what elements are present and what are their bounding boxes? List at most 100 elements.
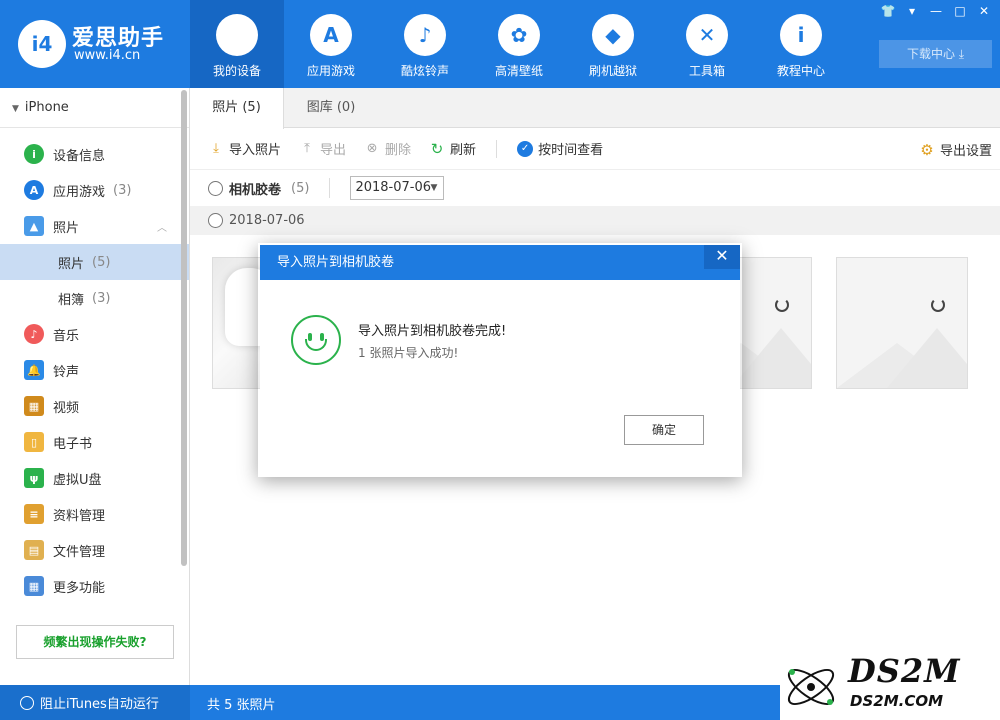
nav-item-1[interactable]: A 应用游戏 <box>284 0 378 88</box>
folder-file-icon: ▤ <box>24 540 44 560</box>
sidebar-item-7[interactable]: ▦ 视频 <box>0 388 189 424</box>
nav-label: 教程中心 <box>776 64 825 78</box>
sidebar-item-8[interactable]: ▯ 电子书 <box>0 424 189 460</box>
nav-item-5[interactable]: ✕ 工具箱 <box>660 0 754 88</box>
radio-icon <box>20 695 34 710</box>
chevron-down-icon: ▼ <box>430 183 438 193</box>
date-group-label: 2018-07-06 <box>229 213 305 228</box>
tab-0[interactable]: 照片 (5) <box>190 88 284 129</box>
sidebar-item-label: 应用游戏 <box>53 184 106 200</box>
toolbar-divider <box>496 139 498 158</box>
sidebar-item-3[interactable]: 照片 (5) <box>0 244 189 280</box>
watermark: DS2M DS2M.COM <box>780 652 1000 720</box>
photo-toolbar: ⤓ 导入照片 ⤒ 导出 ⊗ 删除 ↻ 刷新 ✓ 按时间查看 ⚙ 导出设置 <box>190 128 1000 170</box>
nav-item-4[interactable]: ◆ 刷机越狱 <box>566 0 660 88</box>
menu-icon[interactable]: ▾ <box>902 2 922 20</box>
skin-icon[interactable]: 👕 <box>878 2 898 20</box>
view-by-time-checkbox[interactable]: ✓ 按时间查看 <box>517 139 603 158</box>
refresh-button[interactable]: ↻ 刷新 <box>429 139 476 159</box>
device-name: iPhone <box>24 100 69 115</box>
filter-divider <box>329 178 331 198</box>
export-button[interactable]: ⤒ 导出 <box>299 139 346 158</box>
grid-icon: ▦ <box>24 576 44 596</box>
minimize-icon[interactable]: — <box>926 2 946 20</box>
sidebar-item-label: 设备信息 <box>53 148 106 164</box>
sidebar-item-1[interactable]: A 应用游戏 (3) <box>0 172 189 208</box>
date-dropdown[interactable]: 2018-07-06 ▼ <box>350 176 445 200</box>
info-icon: i <box>780 14 822 56</box>
sidebar-item-5[interactable]: ♪ 音乐 <box>0 316 189 352</box>
nav-label: 高清壁纸 <box>494 64 543 78</box>
nav-item-0[interactable]: 我的设备 <box>190 0 284 88</box>
loading-spinner-icon <box>931 298 945 312</box>
nav-item-3[interactable]: ✿ 高清壁纸 <box>472 0 566 88</box>
app-store-icon: A <box>310 14 352 56</box>
placeholder-image-icon <box>731 328 811 388</box>
device-header[interactable]: ▼ iPhone <box>0 88 189 128</box>
document-icon: ≡ <box>24 504 44 524</box>
loading-spinner-icon <box>775 298 789 312</box>
gear-icon: ⚙ <box>920 140 934 159</box>
smiley-success-icon <box>291 315 341 365</box>
sidebar-item-label: 相簿 <box>58 292 85 308</box>
dialog-header: 导入照片到相机胶卷 ✕ <box>260 245 740 280</box>
select-date-radio[interactable] <box>208 213 223 228</box>
nav-label: 酷炫铃声 <box>400 64 449 78</box>
chevron-up-icon: ︿ <box>157 222 167 234</box>
nav-label: 应用游戏 <box>306 64 355 78</box>
apple-icon <box>216 14 258 56</box>
close-icon[interactable]: ✕ <box>704 245 740 269</box>
maximize-icon[interactable]: □ <box>950 2 970 20</box>
operation-failure-help-button[interactable]: 频繁出现操作失败? <box>16 625 174 659</box>
album-filter-bar: 相机胶卷 (5) 2018-07-06 ▼ <box>190 170 1000 206</box>
download-center-button[interactable]: 下载中心 ⤓ <box>879 40 992 68</box>
music-icon: ♪ <box>24 324 44 344</box>
app-logo: i4 爱思助手 www.i4.cn <box>18 18 188 70</box>
ok-button[interactable]: 确定 <box>624 415 704 445</box>
tools-icon: ✕ <box>686 14 728 56</box>
photo-thumbnail[interactable] <box>836 257 968 389</box>
import-photos-button[interactable]: ⤓ 导入照片 <box>208 139 281 158</box>
top-bar: i4 爱思助手 www.i4.cn 我的设备 A 应用游戏 ♪ 酷炫铃声 ✿ 高清壁纸 ◆ 刷机… <box>0 0 1000 88</box>
dialog-title: 导入照片到相机胶卷 <box>277 255 395 270</box>
bell-icon: 🔔 <box>24 360 44 380</box>
refresh-icon: ↻ <box>430 139 444 158</box>
sidebar-item-11[interactable]: ▤ 文件管理 <box>0 532 189 568</box>
bell-icon: ♪ <box>404 14 446 56</box>
photo-count: 共 5 张照片 <box>207 698 276 713</box>
tab-1[interactable]: 图库 (0) <box>284 88 378 128</box>
book-icon: ▯ <box>24 432 44 452</box>
sidebar-list: i 设备信息 A 应用游戏 (3) ▲ 照片 ︿ 照片 (5) 相簿 (3) ♪ 音乐 🔔 铃声 ▦ 视频 ▯ 电子书… <box>0 136 189 604</box>
nav-label: 我的设备 <box>212 64 261 78</box>
delete-icon: ⊗ <box>366 141 378 156</box>
sidebar-item-12[interactable]: ▦ 更多功能 <box>0 568 189 604</box>
date-group-header: 2018-07-06 <box>190 206 1000 235</box>
watermark-text: DS2M <box>848 652 961 690</box>
main-nav: 我的设备 A 应用游戏 ♪ 酷炫铃声 ✿ 高清壁纸 ◆ 刷机越狱 ✕ 工具箱 i 教程中心 <box>190 0 848 88</box>
sidebar-item-label: 铃声 <box>53 364 80 380</box>
sidebar-item-9[interactable]: ψ 虚拟U盘 <box>0 460 189 496</box>
window-controls: 👕 ▾ — □ ✕ <box>878 2 994 20</box>
sidebar-item-10[interactable]: ≡ 资料管理 <box>0 496 189 532</box>
block-itunes-toggle[interactable]: 阻止iTunes自动运行 <box>0 685 190 720</box>
sidebar-item-2[interactable]: ▲ 照片 ︿ <box>0 208 189 244</box>
close-window-icon[interactable]: ✕ <box>974 2 994 20</box>
info-circle-icon: i <box>24 144 44 164</box>
dialog-detail: 1 张照片导入成功! <box>358 346 459 360</box>
sidebar-item-6[interactable]: 🔔 铃声 <box>0 352 189 388</box>
sidebar-scrollbar[interactable] <box>181 90 187 566</box>
sidebar-item-label: 文件管理 <box>53 544 106 560</box>
film-icon: ▦ <box>24 396 44 416</box>
export-settings-button[interactable]: ⚙ 导出设置 <box>919 140 992 160</box>
sidebar-item-0[interactable]: i 设备信息 <box>0 136 189 172</box>
placeholder-image-icon <box>887 328 967 388</box>
sidebar-item-count: (3) <box>113 182 132 198</box>
nav-label: 工具箱 <box>688 64 725 78</box>
logo-badge-icon: i4 <box>18 20 66 68</box>
nav-item-6[interactable]: i 教程中心 <box>754 0 848 88</box>
sidebar-item-4[interactable]: 相簿 (3) <box>0 280 189 316</box>
sidebar-item-count: (5) <box>92 254 111 270</box>
nav-item-2[interactable]: ♪ 酷炫铃声 <box>378 0 472 88</box>
delete-button[interactable]: ⊗ 删除 <box>364 139 411 158</box>
select-all-radio[interactable] <box>208 180 223 196</box>
